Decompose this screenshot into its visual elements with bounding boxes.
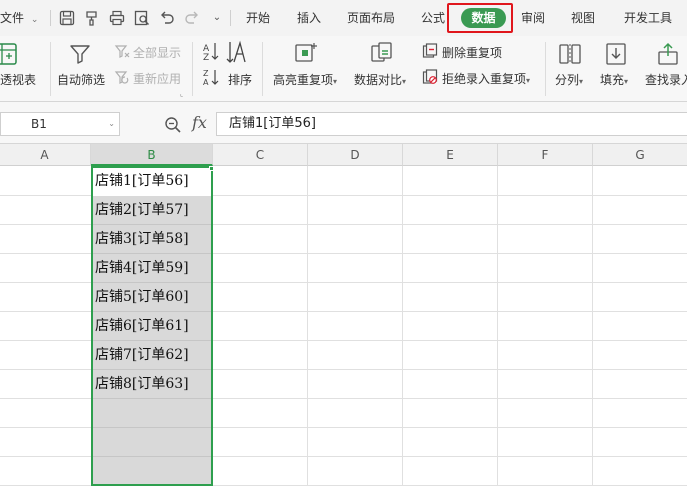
ribbon-divider — [545, 42, 546, 96]
cell-b8[interactable]: 店铺8[订单63] — [95, 370, 189, 399]
column-header-f[interactable]: F — [498, 144, 593, 166]
grid-line — [497, 166, 498, 486]
redo-icon[interactable] — [183, 9, 201, 27]
spreadsheet-grid[interactable]: A B C D E F G 店铺1[订单56] 店铺2[订单57] 店铺3[订单… — [0, 144, 687, 486]
split-columns-icon[interactable] — [558, 42, 582, 66]
cell-b6[interactable]: 店铺6[订单61] — [95, 312, 189, 341]
grid-line — [212, 166, 213, 486]
find-entry-button[interactable]: 查找录入 — [645, 71, 687, 88]
tab-formulas[interactable]: 公式 — [421, 0, 445, 36]
filter-icon[interactable] — [68, 42, 92, 66]
dialog-launcher-icon[interactable]: ⌞ — [180, 90, 183, 98]
dropdown-arrow-icon: ▾ — [333, 77, 338, 86]
show-all-icon — [114, 43, 130, 59]
grid-line — [307, 166, 308, 486]
grid-line — [592, 166, 593, 486]
tab-insert[interactable]: 插入 — [297, 0, 321, 36]
data-compare-button[interactable]: 数据对比▾ — [354, 71, 406, 88]
find-entry-icon[interactable] — [656, 42, 680, 66]
sort-ascending-icon[interactable]: AZ — [202, 41, 220, 61]
sort-button[interactable]: 排序 — [228, 71, 252, 88]
fill-handle[interactable] — [209, 166, 214, 171]
formula-input[interactable]: 店铺1[订单56] — [216, 112, 687, 136]
data-compare-icon[interactable] — [369, 41, 395, 65]
formula-bar: B1 ⌄ fx 店铺1[订单56] — [0, 102, 687, 144]
reject-duplicates-icon[interactable] — [422, 69, 438, 85]
print-preview-icon[interactable] — [133, 9, 151, 27]
cell-b7[interactable]: 店铺7[订单62] — [95, 341, 189, 370]
insert-function-icon[interactable]: fx — [192, 113, 207, 132]
remove-duplicates-icon[interactable] — [422, 43, 438, 59]
highlight-duplicates-button[interactable]: 高亮重复项▾ — [273, 71, 337, 88]
cell-b2[interactable]: 店铺2[订单57] — [95, 196, 189, 225]
dropdown-arrow-icon: ▾ — [402, 77, 407, 86]
undo-icon[interactable] — [158, 9, 176, 27]
menu-divider — [230, 10, 231, 26]
name-box[interactable]: B1 ⌄ — [0, 112, 120, 136]
column-header-d[interactable]: D — [308, 144, 403, 166]
reject-duplicates-button[interactable]: 拒绝录入重复项▾ — [442, 70, 530, 87]
ribbon-divider — [192, 42, 193, 96]
svg-text:Z: Z — [203, 53, 209, 61]
column-header-b[interactable]: B — [91, 144, 213, 166]
customize-toolbar-icon[interactable]: ⌄ — [208, 9, 226, 27]
tab-view[interactable]: 视图 — [571, 0, 595, 36]
file-menu[interactable]: 文件 ⌄ — [0, 0, 38, 36]
tab-developer[interactable]: 开发工具 — [624, 0, 672, 36]
menu-bar: 文件 ⌄ ⌄ 开始 插入 页面布局 公式 数据 审阅 视图 开发工具 — [0, 0, 687, 36]
grid-line — [91, 427, 213, 428]
svg-text:Z: Z — [203, 69, 209, 78]
cell-b1[interactable]: 店铺1[订单56] — [95, 167, 189, 196]
grid-line — [91, 456, 213, 457]
tab-page-layout[interactable]: 页面布局 — [347, 0, 395, 36]
reapply-icon — [114, 69, 130, 85]
pivot-table-button[interactable]: 透视表 — [0, 71, 36, 88]
autofilter-button[interactable]: 自动筛选 — [57, 71, 105, 88]
fill-button[interactable]: 填充▾ — [600, 71, 628, 88]
pivot-table-icon[interactable] — [0, 42, 18, 66]
fill-icon[interactable] — [604, 42, 628, 66]
sort-descending-icon[interactable] — [224, 40, 246, 64]
chevron-down-icon[interactable]: ⌄ — [108, 113, 115, 135]
zoom-icon[interactable] — [164, 116, 182, 134]
grid-line — [402, 166, 403, 486]
cell-b4[interactable]: 店铺4[订单59] — [95, 254, 189, 283]
svg-text:A: A — [203, 78, 209, 86]
ribbon-data-tab: 透视表 自动筛选 全部显示 重新应用 ⌞ AZ ZA 排序 高亮重复项▾ 数据对… — [0, 36, 687, 102]
menu-divider — [50, 10, 51, 26]
highlight-duplicates-icon[interactable] — [294, 41, 320, 65]
save-icon[interactable] — [58, 9, 76, 27]
chevron-down-icon: ⌄ — [30, 15, 39, 25]
split-columns-button[interactable]: 分列▾ — [555, 71, 583, 88]
tab-home[interactable]: 开始 — [246, 0, 270, 36]
column-header-c[interactable]: C — [213, 144, 308, 166]
remove-duplicates-button[interactable]: 删除重复项 — [442, 44, 502, 61]
column-header-g[interactable]: G — [593, 144, 687, 166]
tab-data[interactable]: 数据 — [461, 8, 506, 28]
column-header-a[interactable]: A — [0, 144, 91, 166]
tab-review[interactable]: 审阅 — [521, 0, 545, 36]
ribbon-divider — [50, 42, 51, 96]
dropdown-arrow-icon: ▾ — [624, 77, 629, 86]
sort-za-icon[interactable]: ZA — [202, 68, 220, 86]
cell-b3[interactable]: 店铺3[订单58] — [95, 225, 189, 254]
cell-b5[interactable]: 店铺5[订单60] — [95, 283, 189, 312]
show-all-button[interactable]: 全部显示 — [133, 44, 181, 61]
ribbon-divider — [262, 42, 263, 96]
dropdown-arrow-icon: ▾ — [526, 76, 531, 85]
dropdown-arrow-icon: ▾ — [579, 77, 584, 86]
grid-line — [91, 166, 92, 486]
format-painter-icon[interactable] — [83, 9, 101, 27]
print-icon[interactable] — [108, 9, 126, 27]
column-header-e[interactable]: E — [403, 144, 498, 166]
reapply-button[interactable]: 重新应用 — [133, 70, 181, 87]
